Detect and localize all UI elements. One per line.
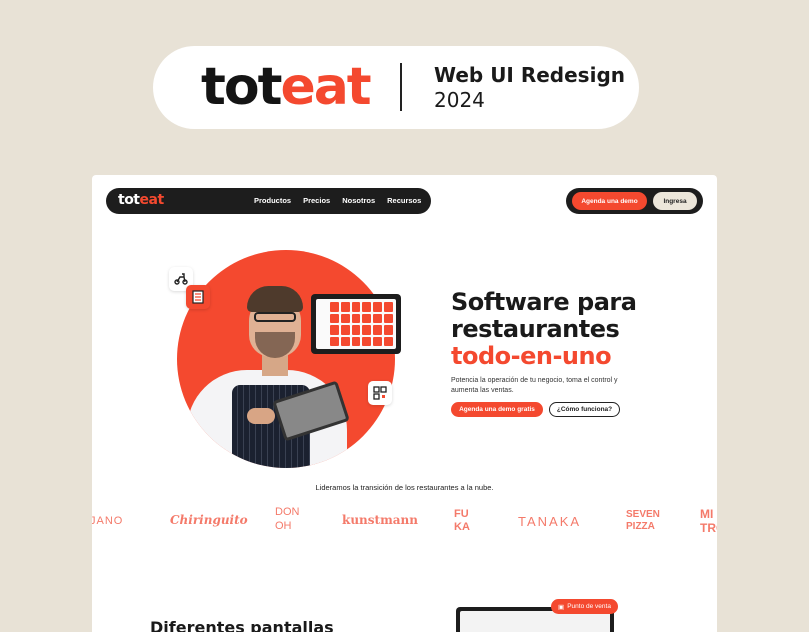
nav-link-recursos[interactable]: Recursos xyxy=(387,196,421,205)
receipt-icon xyxy=(186,285,210,309)
pos-badge: ▣ Punto de venta xyxy=(551,599,618,614)
client-logo: FU KA xyxy=(454,508,470,533)
free-demo-button[interactable]: Agenda una demo gratis xyxy=(451,402,543,417)
nav-link-nosotros[interactable]: Nosotros xyxy=(342,196,375,205)
client-logo: kunstmann xyxy=(342,513,418,527)
pos-grid xyxy=(316,299,396,349)
toteat-logo-large: toteat xyxy=(201,57,372,117)
clients-tagline: Lideramos la transición de los restauran… xyxy=(315,483,494,492)
divider xyxy=(400,63,402,111)
client-logos: JANO Chiringuito DON OH kunstmann FU KA … xyxy=(92,505,717,545)
qr-code-icon xyxy=(368,381,392,405)
nav-links: Productos Precios Nosotros Recursos xyxy=(254,196,421,205)
website-mockup: toteat Productos Precios Nosotros Recurs… xyxy=(92,175,717,632)
hero-subtitle: Potencia la operación de tu negocio, tom… xyxy=(451,377,618,394)
client-logo: Chiringuito xyxy=(170,513,248,527)
hero-image xyxy=(177,250,395,468)
client-logo: SEVEN PIZZA xyxy=(626,509,660,532)
login-button[interactable]: Ingresa xyxy=(653,192,697,210)
client-logo: JANO xyxy=(92,515,124,527)
laptop-mockup xyxy=(311,294,401,354)
glasses xyxy=(254,312,296,322)
cover-title: Web UI Redesign xyxy=(434,63,625,87)
top-nav: toteat Productos Precios Nosotros Recurs… xyxy=(106,188,431,214)
nav-logo[interactable]: toteat xyxy=(118,192,164,208)
client-logo: MI TRO xyxy=(700,507,717,535)
nav-cta-group: Agenda una demo Ingresa xyxy=(566,188,703,214)
nav-link-productos[interactable]: Productos xyxy=(254,196,291,205)
cover-header-pill: toteat Web UI Redesign 2024 xyxy=(153,46,639,129)
how-it-works-button[interactable]: ¿Cómo funciona? xyxy=(549,402,620,417)
client-logo: TANAKA xyxy=(518,514,582,529)
schedule-demo-button[interactable]: Agenda una demo xyxy=(572,192,647,210)
hero-title: Software para restaurantes todo-en-uno xyxy=(451,288,637,370)
pos-icon: ▣ xyxy=(558,603,565,611)
cover-year: 2024 xyxy=(434,88,485,112)
section-title: Diferentes pantallas xyxy=(150,618,334,632)
client-logo: DON OH xyxy=(275,506,300,532)
nav-link-precios[interactable]: Precios xyxy=(303,196,330,205)
